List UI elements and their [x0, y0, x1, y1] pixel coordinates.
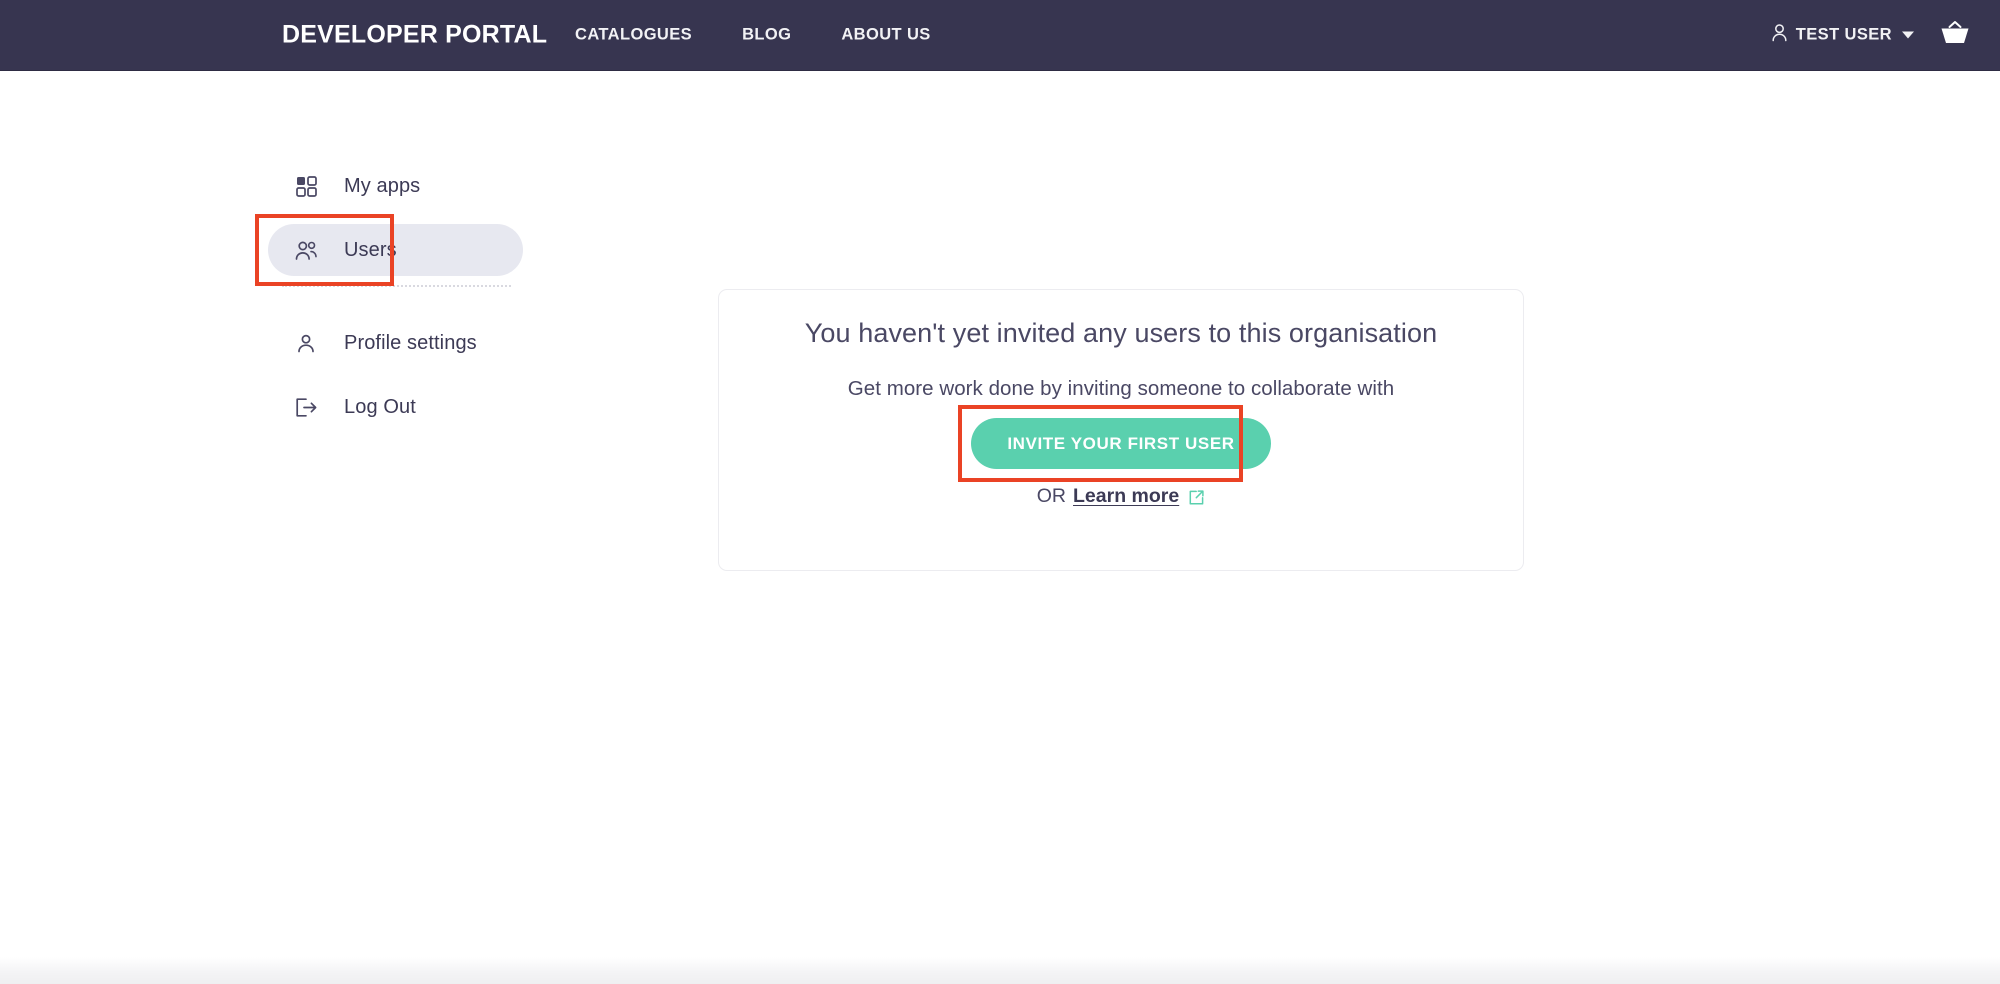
learn-more-link[interactable]: Learn more: [1073, 485, 1179, 508]
nav-blog[interactable]: BLOG: [742, 26, 791, 45]
sidebar-item-users[interactable]: Users: [255, 214, 523, 286]
sidebar-navigation: My apps Users Profile settings Log Out: [255, 160, 523, 433]
or-label: OR: [1036, 485, 1067, 507]
sidebar-item-my-apps[interactable]: My apps: [268, 160, 523, 212]
user-name-label: TEST USER: [1795, 25, 1892, 44]
brand-logo[interactable]: DEVELOPER PORTAL: [282, 21, 547, 50]
sidebar-divider: [282, 285, 511, 287]
header-right-cluster: TEST USER: [1771, 20, 1970, 51]
nav-catalogues[interactable]: CATALOGUES: [575, 26, 692, 45]
site-header: DEVELOPER PORTAL CATALOGUES BLOG ABOUT U…: [0, 0, 2000, 71]
page-title: You haven't yet invited any users to thi…: [804, 318, 1438, 348]
sidebar-item-log-out[interactable]: Log Out: [268, 381, 523, 433]
chevron-down-icon: [1902, 31, 1914, 39]
page-content: My apps Users Profile settings Log Out Y…: [0, 71, 2000, 957]
sidebar-item-label: My apps: [344, 174, 421, 197]
empty-state-card: You haven't yet invited any users to thi…: [718, 289, 1524, 571]
sidebar-item-label: Users: [344, 238, 397, 261]
logout-icon: [294, 395, 318, 419]
invite-first-user-button[interactable]: INVITE YOUR FIRST USER: [971, 418, 1271, 469]
card-content: You haven't yet invited any users to thi…: [719, 290, 1523, 508]
footer-strip: [0, 957, 2000, 984]
primary-navigation: CATALOGUES BLOG ABOUT US: [575, 26, 931, 45]
sidebar-item-profile-settings[interactable]: Profile settings: [268, 317, 523, 369]
learn-more-row: OR Learn more: [1037, 485, 1205, 508]
basket-icon[interactable]: [1940, 20, 1970, 51]
sidebar-item-label: Profile settings: [344, 331, 477, 354]
nav-about-us[interactable]: ABOUT US: [841, 26, 930, 45]
grid-apps-icon: [294, 174, 318, 198]
cta-container: INVITE YOUR FIRST USER: [958, 405, 1271, 482]
sidebar-item-label: Log Out: [344, 395, 416, 418]
app-page: DEVELOPER PORTAL CATALOGUES BLOG ABOUT U…: [0, 0, 2000, 984]
person-icon: [1771, 24, 1788, 47]
person-outline-icon: [294, 331, 318, 355]
external-link-icon[interactable]: [1188, 489, 1205, 506]
users-group-icon: [294, 238, 318, 262]
user-menu[interactable]: TEST USER: [1771, 24, 1914, 47]
page-subtitle: Get more work done by inviting someone t…: [847, 377, 1395, 400]
